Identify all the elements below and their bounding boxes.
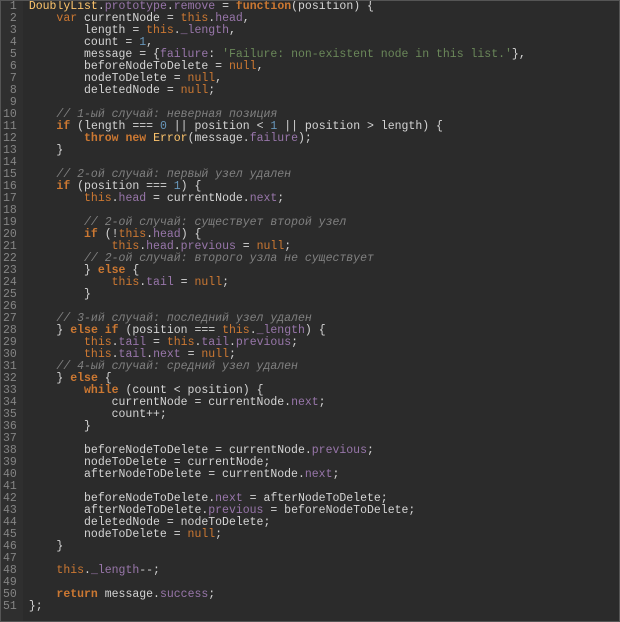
code-line[interactable]: this.tail = null; [29, 277, 619, 289]
token-w: } [29, 420, 91, 433]
token-w: }, [512, 48, 526, 61]
token-k: return [56, 588, 97, 601]
token-nul: null [188, 528, 216, 541]
token-p: failure [250, 132, 298, 145]
token-p: previous [312, 444, 367, 457]
token-w: ; [277, 192, 284, 205]
token-w: . [84, 564, 91, 577]
token-w: } [29, 288, 91, 301]
code-line[interactable]: afterNodeToDelete = currentNode.next; [29, 469, 619, 481]
token-w: ; [222, 276, 229, 289]
code-line[interactable]: count++; [29, 409, 619, 421]
token-w: . [174, 24, 181, 37]
token-w: ); [298, 132, 312, 145]
token-w: ; [332, 468, 339, 481]
token-k: throw new [84, 132, 146, 145]
code-line[interactable]: this._length--; [29, 565, 619, 577]
token-w: , [257, 60, 264, 73]
token-nul: null [229, 60, 257, 73]
token-p: tail [146, 276, 174, 289]
token-w: ; [367, 444, 374, 457]
code-line[interactable]: nodeToDelete = null; [29, 529, 619, 541]
token-p: previous [236, 336, 291, 349]
token-w: ; [291, 336, 298, 349]
token-p: _length [91, 564, 139, 577]
token-w: . [112, 192, 119, 205]
token-t: this [84, 192, 112, 205]
token-w: ; [319, 396, 326, 409]
token-w: = [174, 276, 195, 289]
code-line[interactable]: return message.success; [29, 589, 619, 601]
token-p: next [291, 396, 319, 409]
token-w: (message. [188, 132, 250, 145]
token-w [29, 192, 84, 205]
token-w: message. [98, 588, 160, 601]
token-err: Error [153, 132, 188, 145]
code-line[interactable]: throw new Error(message.failure); [29, 133, 619, 145]
token-p: next [250, 192, 278, 205]
code-line[interactable]: this.head = currentNode.next; [29, 193, 619, 205]
token-w: ) { [305, 324, 326, 337]
token-p: next [305, 468, 333, 481]
line-number: 51 [3, 601, 17, 613]
token-w: afterNodeToDelete = currentNode. [29, 468, 305, 481]
token-s: 'Failure: non-existent node in this list… [222, 48, 512, 61]
code-line[interactable]: // 4-ый случай: средний узел удален [29, 361, 619, 373]
code-content[interactable]: DoublyList.prototype.remove = function(p… [23, 1, 619, 621]
token-w: }; [29, 600, 43, 613]
token-t: this [56, 564, 84, 577]
code-line[interactable]: deletedNode = null; [29, 85, 619, 97]
code-line[interactable]: }; [29, 601, 619, 613]
token-p: success [160, 588, 208, 601]
code-editor[interactable]: 1234567891011121314151617181920212223242… [0, 0, 620, 622]
code-line[interactable]: } [29, 421, 619, 433]
code-line[interactable]: } [29, 145, 619, 157]
token-nul: null [181, 84, 209, 97]
token-w: , [229, 24, 236, 37]
token-w: = currentNode. [146, 192, 250, 205]
token-w: ; [208, 588, 215, 601]
token-w: ; [215, 528, 222, 541]
token-w: ; [208, 84, 215, 97]
token-p: _length [181, 24, 229, 37]
token-w: --; [139, 564, 160, 577]
token-w: deletedNode = [29, 84, 181, 97]
line-number-gutter: 1234567891011121314151617181920212223242… [1, 1, 23, 621]
token-t: this [112, 276, 140, 289]
token-w: = beforeNodeToDelete; [263, 504, 415, 517]
token-w: , [243, 12, 250, 25]
token-p: head [119, 192, 147, 205]
token-w: , [215, 72, 222, 85]
token-nul: null [194, 276, 222, 289]
code-line[interactable]: } [29, 289, 619, 301]
code-line[interactable]: } [29, 541, 619, 553]
token-w: (position) { [291, 1, 374, 13]
